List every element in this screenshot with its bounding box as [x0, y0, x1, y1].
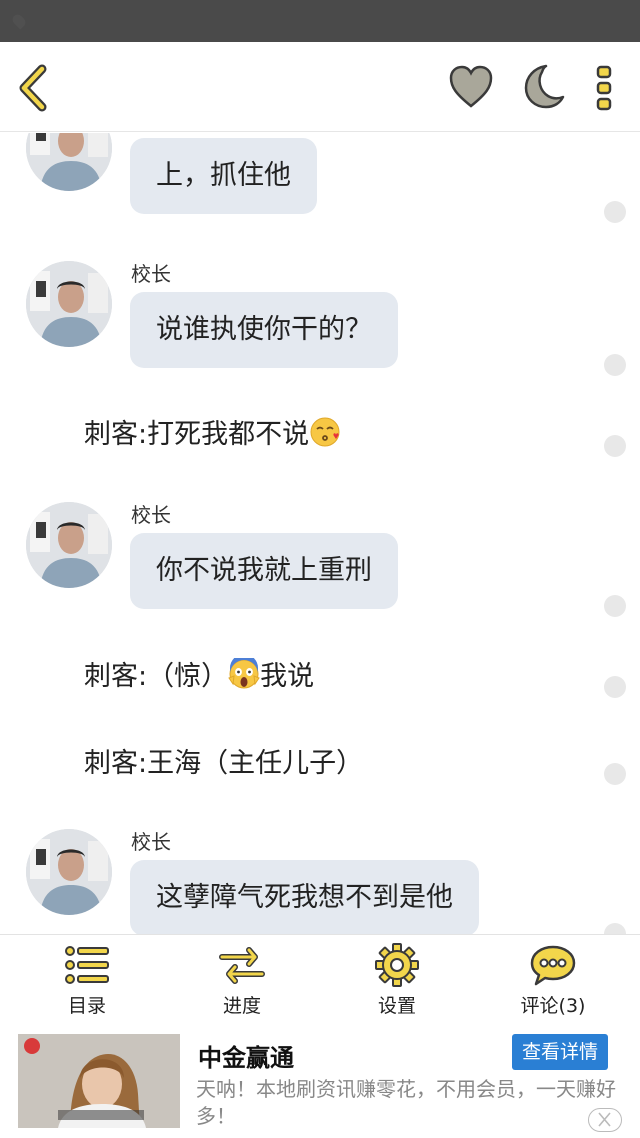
ad-photo — [18, 1034, 180, 1128]
more-button[interactable] — [592, 64, 616, 112]
chat-content[interactable]: 上，抓住他 校长 说谁执使你干的？ 刺客:打死我都不说 校长 你不说我就上重刑 … — [0, 133, 640, 934]
menu-progress-button[interactable]: 进度 — [172, 943, 312, 1023]
ad-description: 天呐！本地刷资讯赚零花，不用会员，一天赚好多！ — [196, 1077, 616, 1128]
close-icon — [598, 1112, 611, 1127]
narration-line[interactable]: 刺客:（惊） 我说 — [84, 657, 314, 697]
menu-label: 评论(3) — [520, 995, 586, 1017]
avatar — [26, 829, 112, 915]
paragraph-comment-dot[interactable] — [604, 354, 626, 376]
paragraph-comment-dot[interactable] — [604, 595, 626, 617]
narration-text: 刺客:打死我都不说 — [84, 419, 310, 450]
narration-text: 刺客:（惊） — [84, 661, 229, 692]
favorite-button[interactable] — [448, 64, 494, 110]
narration-text: 刺客:王海（主任儿子） — [84, 748, 364, 779]
narration-line[interactable]: 刺客:王海（主任儿子） — [84, 744, 363, 784]
status-bar — [0, 0, 640, 42]
narration-line[interactable]: 刺客:打死我都不说 — [84, 415, 341, 455]
screaming-face-emoji — [228, 658, 260, 689]
narration-text: 我说 — [260, 661, 315, 692]
avatar — [26, 502, 112, 588]
swap-arrows-icon — [219, 947, 265, 984]
paragraph-comment-dot[interactable] — [604, 676, 626, 698]
avatar — [26, 133, 112, 191]
location-icon — [10, 12, 28, 30]
avatar-photo — [26, 261, 112, 347]
back-button[interactable] — [14, 64, 54, 112]
speaker-name: 校长 — [131, 262, 171, 286]
avatar — [26, 261, 112, 347]
avatar-photo — [26, 829, 112, 915]
paragraph-comment-dot[interactable] — [604, 201, 626, 223]
reader-toolbar — [0, 42, 640, 132]
chat-bubble-icon — [530, 945, 576, 986]
night-mode-button[interactable] — [520, 62, 566, 110]
paragraph-comment-dot[interactable] — [604, 923, 626, 934]
speaker-name: 校长 — [131, 503, 171, 527]
back-chevron-icon — [19, 64, 47, 112]
message-bubble[interactable]: 上，抓住他 — [130, 138, 317, 214]
more-vertical-icon — [596, 65, 612, 111]
menu-settings-button[interactable]: 设置 — [327, 943, 467, 1023]
menu-label: 进度 — [222, 995, 261, 1017]
heart-icon — [449, 65, 493, 108]
menu-comments-button[interactable]: 评论(3) — [483, 943, 623, 1023]
menu-label: 目录 — [67, 995, 106, 1017]
kissing-face-emoji — [310, 417, 340, 447]
menu-label: 设置 — [377, 995, 416, 1017]
avatar-photo — [26, 502, 112, 588]
message-bubble[interactable]: 这孽障气死我想不到是他 — [130, 860, 479, 934]
gear-icon — [375, 943, 419, 987]
paragraph-comment-dot[interactable] — [604, 435, 626, 457]
paragraph-comment-dot[interactable] — [604, 763, 626, 785]
ad-details-button[interactable]: 查看详情 — [512, 1034, 608, 1070]
ad-title: 中金赢通 — [198, 1044, 294, 1072]
ad-close-button[interactable] — [588, 1108, 622, 1132]
message-bubble[interactable]: 你不说我就上重刑 — [130, 533, 398, 609]
list-icon — [65, 946, 109, 984]
moon-icon — [524, 64, 565, 109]
reader-bottom-menu: 目录 进度 设置 评论(3) — [0, 934, 640, 1024]
ad-banner[interactable]: 中金赢通 查看详情 天呐！本地刷资讯赚零花，不用会员，一天赚好多！ — [0, 1024, 640, 1138]
message-bubble[interactable]: 说谁执使你干的？ — [130, 292, 398, 368]
speaker-name: 校长 — [131, 830, 171, 854]
menu-catalog-button[interactable]: 目录 — [17, 943, 157, 1023]
avatar-photo — [26, 133, 112, 191]
ad-image[interactable] — [18, 1034, 180, 1128]
